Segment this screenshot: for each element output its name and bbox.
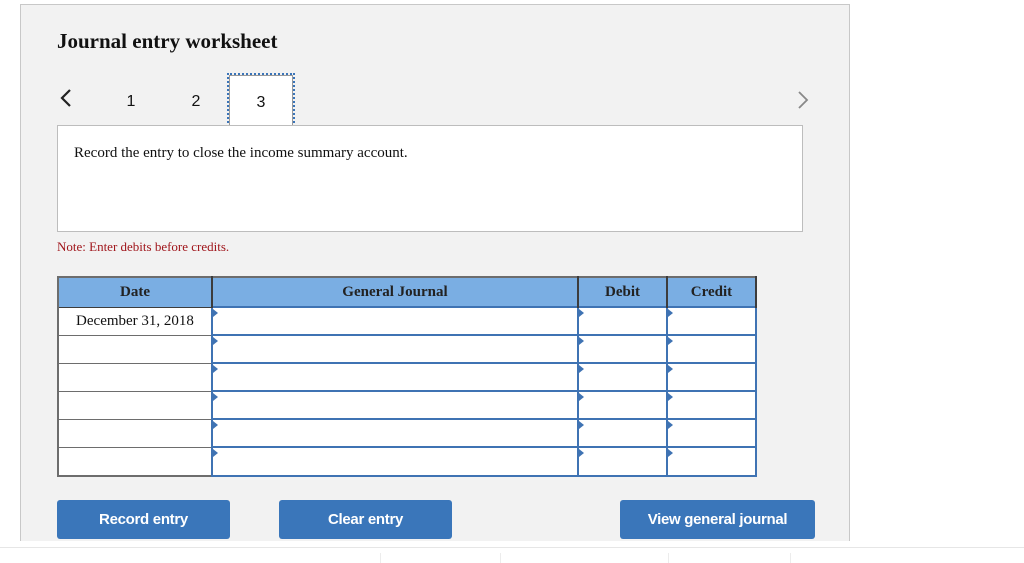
next-button[interactable] [793, 85, 813, 115]
tab-3-active[interactable]: 3 [227, 73, 295, 131]
dropdown-marker-icon [213, 365, 218, 373]
dropdown-marker-icon [668, 309, 673, 317]
dropdown-marker-icon [668, 337, 673, 345]
header-credit: Credit [666, 276, 757, 308]
table-row [57, 362, 757, 392]
date-cell[interactable] [57, 418, 213, 448]
instruction-box: Record the entry to close the income sum… [57, 125, 803, 232]
dropdown-marker-icon [579, 337, 584, 345]
dropdown-marker-icon [668, 393, 673, 401]
dropdown-marker-icon [579, 449, 584, 457]
account-cell[interactable] [211, 306, 579, 336]
account-input[interactable] [213, 420, 577, 446]
date-cell[interactable] [57, 334, 213, 364]
footer-divider [0, 547, 1024, 548]
credit-cell[interactable] [666, 362, 757, 392]
footer-separator [668, 553, 669, 563]
journal-entry-worksheet-panel: Journal entry worksheet 1 2 3 Record the… [20, 4, 850, 541]
credit-cell[interactable] [666, 306, 757, 336]
debit-cell[interactable] [577, 446, 668, 477]
tab-1[interactable]: 1 [99, 75, 163, 129]
debit-input[interactable] [579, 308, 666, 334]
date-cell[interactable] [57, 390, 213, 420]
date-cell[interactable] [57, 362, 213, 392]
account-input[interactable] [213, 336, 577, 362]
header-date: Date [57, 276, 213, 308]
note-text: Note: Enter debits before credits. [57, 239, 230, 254]
table-row [57, 390, 757, 420]
debit-input[interactable] [579, 420, 666, 446]
debit-cell[interactable] [577, 334, 668, 364]
dropdown-marker-icon [579, 309, 584, 317]
table-row [57, 334, 757, 364]
footer-separator [380, 553, 381, 563]
debit-input[interactable] [579, 364, 666, 390]
credit-input[interactable] [668, 364, 755, 390]
credit-input[interactable] [668, 336, 755, 362]
dropdown-marker-icon [668, 449, 673, 457]
dropdown-marker-icon [668, 421, 673, 429]
credit-input[interactable] [668, 392, 755, 418]
dropdown-marker-icon [213, 337, 218, 345]
clear-entry-button[interactable]: Clear entry [279, 500, 452, 539]
account-input[interactable] [213, 364, 577, 390]
chevron-right-icon [798, 91, 809, 109]
credit-cell[interactable] [666, 446, 757, 477]
dropdown-marker-icon [579, 365, 584, 373]
dropdown-marker-icon [213, 393, 218, 401]
credit-cell[interactable] [666, 390, 757, 420]
account-cell[interactable] [211, 446, 579, 477]
previous-button[interactable] [57, 83, 77, 113]
tab-2[interactable]: 2 [164, 75, 228, 129]
record-entry-button[interactable]: Record entry [57, 500, 230, 539]
account-cell[interactable] [211, 390, 579, 420]
table-row [57, 418, 757, 448]
dropdown-marker-icon [579, 393, 584, 401]
worksheet-title: Journal entry worksheet [57, 29, 278, 53]
chevron-left-icon [60, 89, 71, 107]
debit-input[interactable] [579, 336, 666, 362]
instruction-text: Record the entry to close the income sum… [74, 145, 408, 161]
footer-separator [790, 553, 791, 563]
account-input[interactable] [213, 392, 577, 418]
credit-cell[interactable] [666, 418, 757, 448]
debit-cell[interactable] [577, 418, 668, 448]
debit-input[interactable] [579, 448, 666, 475]
dropdown-marker-icon [213, 421, 218, 429]
credit-cell[interactable] [666, 334, 757, 364]
credit-input[interactable] [668, 420, 755, 446]
debit-cell[interactable] [577, 306, 668, 336]
account-cell[interactable] [211, 418, 579, 448]
dropdown-marker-icon [668, 365, 673, 373]
footer-separator [500, 553, 501, 563]
dropdown-marker-icon [579, 421, 584, 429]
dropdown-marker-icon [213, 309, 218, 317]
date-cell[interactable] [57, 446, 213, 476]
debit-cell[interactable] [577, 390, 668, 420]
account-cell[interactable] [211, 334, 579, 364]
table-header-row: Date General Journal Debit Credit [57, 276, 757, 308]
view-general-journal-button[interactable]: View general journal [620, 500, 815, 539]
account-input[interactable] [213, 448, 577, 475]
header-general-journal: General Journal [211, 276, 579, 308]
header-debit: Debit [577, 276, 668, 308]
credit-input[interactable] [668, 448, 755, 475]
date-cell: December 31, 2018 [57, 306, 213, 336]
dropdown-marker-icon [213, 449, 218, 457]
table-row: December 31, 2018 [57, 306, 757, 336]
account-cell[interactable] [211, 362, 579, 392]
account-input[interactable] [213, 308, 577, 334]
debit-cell[interactable] [577, 362, 668, 392]
credit-input[interactable] [668, 308, 755, 334]
debit-input[interactable] [579, 392, 666, 418]
table-row [57, 446, 757, 477]
journal-table: Date General Journal Debit Credit Decemb… [57, 276, 757, 477]
